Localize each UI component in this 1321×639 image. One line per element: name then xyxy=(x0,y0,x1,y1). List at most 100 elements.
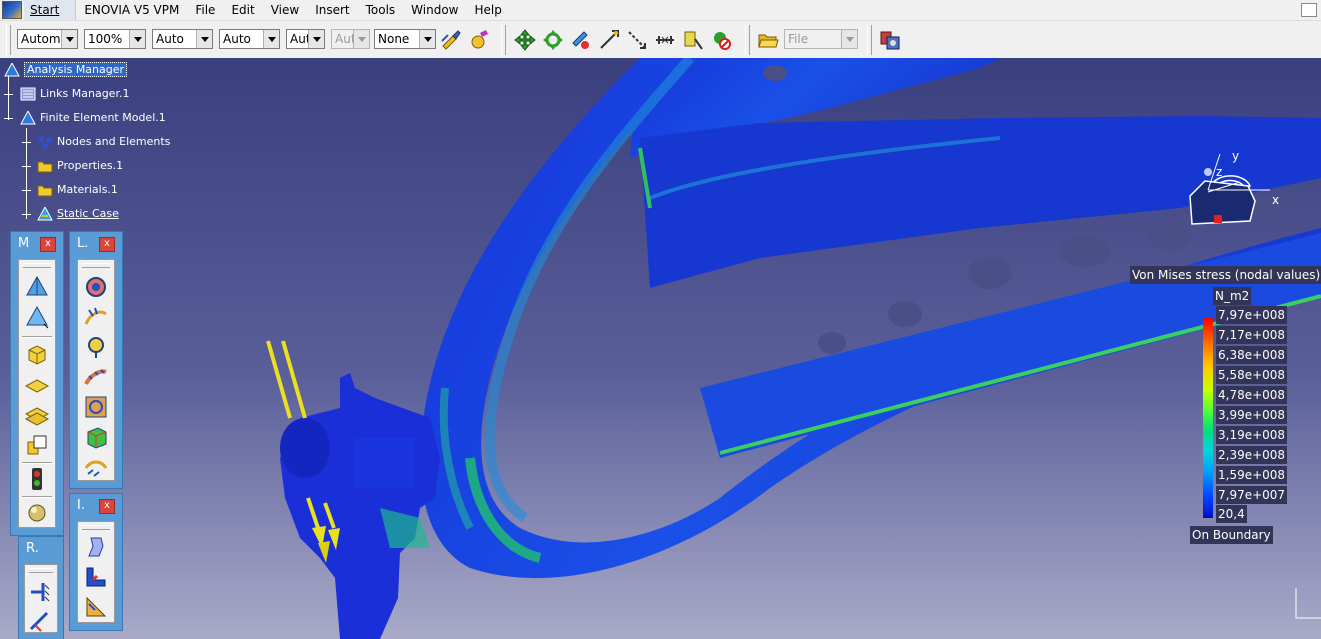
menu-file[interactable]: File xyxy=(187,0,223,20)
compass-icon[interactable]: y x z xyxy=(1180,146,1290,256)
menu-tools[interactable]: Tools xyxy=(358,0,404,20)
von-mises-stress-icon[interactable] xyxy=(83,564,109,590)
expand-static-case-icon[interactable] xyxy=(22,210,31,219)
analysis-manager-icon xyxy=(4,63,20,77)
toolbar-grip[interactable] xyxy=(6,25,11,55)
enovia-save-icon[interactable] xyxy=(879,29,901,51)
legend-footer: On Boundary xyxy=(1190,526,1273,544)
menu-bar: Start ENOVIA V5 VPM File Edit View Inser… xyxy=(0,0,1321,20)
pressure-icon[interactable] xyxy=(83,274,109,300)
expand-materials-icon[interactable] xyxy=(22,186,31,195)
compute-icon[interactable] xyxy=(24,500,50,526)
shell-property-icon[interactable] xyxy=(24,372,50,398)
acceleration-icon[interactable] xyxy=(83,454,109,480)
legend-unit: N_m2 xyxy=(1213,287,1252,305)
displacement-icon[interactable] xyxy=(83,594,109,620)
user-material-icon[interactable] xyxy=(24,432,50,458)
legend-value: 4,78e+008 xyxy=(1216,386,1288,404)
view-quick-icon[interactable] xyxy=(682,29,704,51)
close-mesh-toolbar-button[interactable]: x xyxy=(40,237,56,252)
menu-view[interactable]: View xyxy=(263,0,307,20)
legend-title: Von Mises stress (nodal values) xyxy=(1130,266,1321,284)
beam-property-icon[interactable] xyxy=(24,402,50,428)
pan-icon[interactable] xyxy=(514,29,536,51)
deformation-icon[interactable] xyxy=(83,534,109,560)
fem-icon xyxy=(20,111,36,125)
menu-edit[interactable]: Edit xyxy=(223,0,262,20)
restore-window-button[interactable] xyxy=(1301,3,1317,17)
close-images-toolbar-button[interactable]: x xyxy=(99,499,115,514)
legend-value: 6,38e+008 xyxy=(1216,346,1288,364)
toolbar: Automa 100% Auto Auto Aut Aut None File xyxy=(0,20,1321,60)
tetrahedron-filler-icon[interactable] xyxy=(24,304,50,330)
model-checker-icon[interactable] xyxy=(24,466,50,492)
legend-value: 3,19e+008 xyxy=(1216,426,1288,444)
moment-icon[interactable] xyxy=(83,334,109,360)
toolbar-grip-2[interactable] xyxy=(501,25,506,55)
auto-combo-3[interactable]: Aut xyxy=(286,29,325,49)
legend-value: 2,39e+008 xyxy=(1216,446,1288,464)
legend-value: 7,97e+007 xyxy=(1216,486,1288,504)
octree-tetrahedron-icon[interactable] xyxy=(24,274,50,300)
menu-app[interactable]: ENOVIA V5 VPM xyxy=(76,0,187,20)
legend-value: 1,59e+008 xyxy=(1216,466,1288,484)
auto-combo-1[interactable]: Auto xyxy=(152,29,213,49)
stress-legend[interactable]: Von Mises stress (nodal values) N_m2 7,9… xyxy=(1130,266,1321,556)
tree-item-nodes-elements[interactable]: Nodes and Elements xyxy=(37,133,170,151)
compass-x-label: x xyxy=(1272,193,1279,207)
menu-start[interactable]: Start xyxy=(24,0,77,20)
paint-brush-icon[interactable] xyxy=(440,29,462,51)
hide-show-icon[interactable] xyxy=(710,29,732,51)
solid-property-icon[interactable] xyxy=(24,342,50,368)
stress-analysis-model xyxy=(266,58,1321,639)
folder-icon xyxy=(37,185,53,197)
nodes-elements-icon xyxy=(38,136,52,149)
static-case-icon xyxy=(37,207,53,221)
expand-nodes-icon[interactable] xyxy=(22,138,31,147)
tree-item-fem[interactable]: Finite Element Model.1 xyxy=(20,109,166,127)
multi-view-icon[interactable] xyxy=(654,29,676,51)
mesh-toolbar[interactable]: M x xyxy=(10,231,64,536)
tree-item-analysis-manager[interactable]: Analysis Manager xyxy=(4,61,128,79)
legend-value: 7,97e+008 xyxy=(1216,306,1288,324)
render-mode-combo[interactable]: Automa xyxy=(17,29,78,49)
normal-view-icon[interactable] xyxy=(626,29,648,51)
menu-insert[interactable]: Insert xyxy=(307,0,357,20)
tree-item-static-case[interactable]: Static Case xyxy=(37,205,119,223)
close-loads-toolbar-button[interactable]: x xyxy=(99,237,115,252)
toolbar-grip-4[interactable] xyxy=(867,25,872,55)
expand-links-icon[interactable] xyxy=(4,90,13,99)
collapse-fem-icon[interactable] xyxy=(4,114,13,123)
images-toolbar[interactable]: I. x xyxy=(69,493,123,631)
toolbar-grip-3[interactable] xyxy=(745,25,750,55)
tree-item-materials[interactable]: Materials.1 xyxy=(37,181,118,199)
catia-logo-icon[interactable] xyxy=(2,1,22,19)
compass-z-label: z xyxy=(1216,165,1222,179)
line-force-icon[interactable] xyxy=(83,364,109,390)
menu-window[interactable]: Window xyxy=(403,0,466,20)
zoom-combo[interactable]: 100% xyxy=(84,29,146,49)
3d-viewport[interactable]: Analysis Manager Links Manager.1 Finite … xyxy=(0,58,1321,639)
distributed-force-icon[interactable] xyxy=(83,304,109,330)
color-scale-bar xyxy=(1203,318,1213,518)
tree-item-links-manager[interactable]: Links Manager.1 xyxy=(20,85,129,103)
auto-combo-2[interactable]: Auto xyxy=(219,29,280,49)
expand-properties-icon[interactable] xyxy=(22,162,31,171)
rotate-icon[interactable] xyxy=(542,29,564,51)
tree-item-properties[interactable]: Properties.1 xyxy=(37,157,123,175)
painter-icon[interactable] xyxy=(468,29,490,51)
file-combo: File xyxy=(784,29,858,49)
surface-force-icon[interactable] xyxy=(83,394,109,420)
clamp-icon[interactable] xyxy=(27,579,53,605)
loads-toolbar[interactable]: L. x xyxy=(69,231,123,489)
open-folder-icon[interactable] xyxy=(757,29,779,51)
legend-value: 3,99e+008 xyxy=(1216,406,1288,424)
surface-slider-icon[interactable] xyxy=(27,609,53,635)
volume-force-icon[interactable] xyxy=(83,424,109,450)
fly-icon[interactable] xyxy=(570,29,592,51)
legend-value: 7,17e+008 xyxy=(1216,326,1288,344)
none-combo[interactable]: None xyxy=(374,29,436,49)
restraints-toolbar[interactable]: R. xyxy=(18,536,64,639)
zoom-in-out-icon[interactable] xyxy=(598,29,620,51)
menu-help[interactable]: Help xyxy=(467,0,510,20)
